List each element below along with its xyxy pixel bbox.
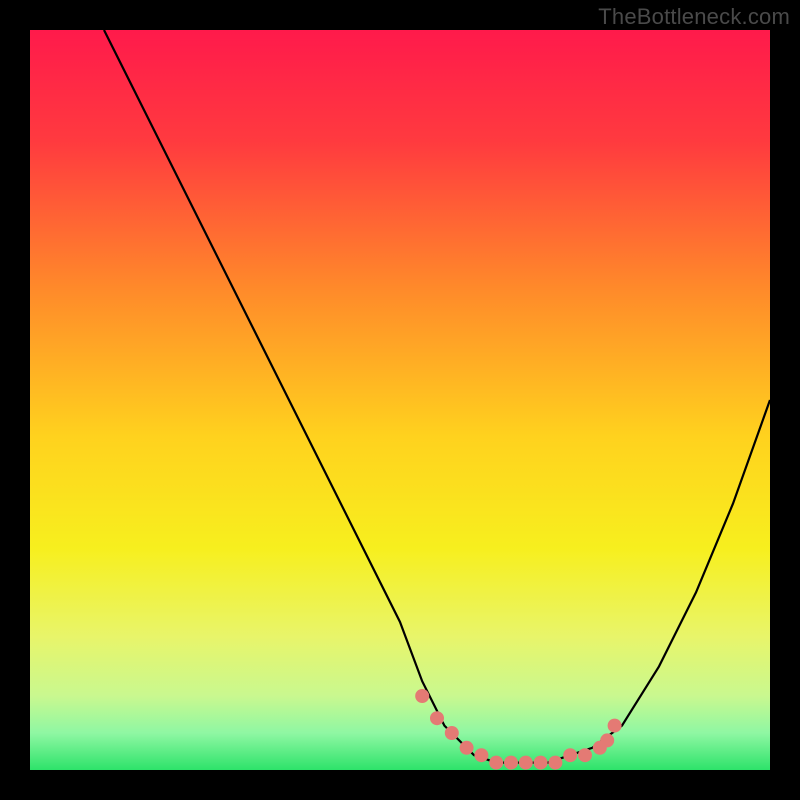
chart-stage: TheBottleneck.com — [0, 0, 800, 800]
plot-area — [30, 30, 770, 770]
highlight-dot — [578, 748, 592, 762]
highlight-dot — [600, 733, 614, 747]
curve-layer — [30, 30, 770, 770]
bottleneck-curve — [104, 30, 770, 763]
highlight-dot — [474, 748, 488, 762]
highlight-dots — [415, 689, 621, 770]
highlight-dot — [489, 756, 503, 770]
highlight-dot — [430, 711, 444, 725]
highlight-dot — [519, 756, 533, 770]
watermark-text: TheBottleneck.com — [598, 4, 790, 30]
highlight-dot — [563, 748, 577, 762]
highlight-dot — [608, 719, 622, 733]
highlight-dot — [504, 756, 518, 770]
highlight-dot — [534, 756, 548, 770]
highlight-dot — [415, 689, 429, 703]
highlight-dot — [445, 726, 459, 740]
highlight-dot — [460, 741, 474, 755]
highlight-dot — [548, 756, 562, 770]
